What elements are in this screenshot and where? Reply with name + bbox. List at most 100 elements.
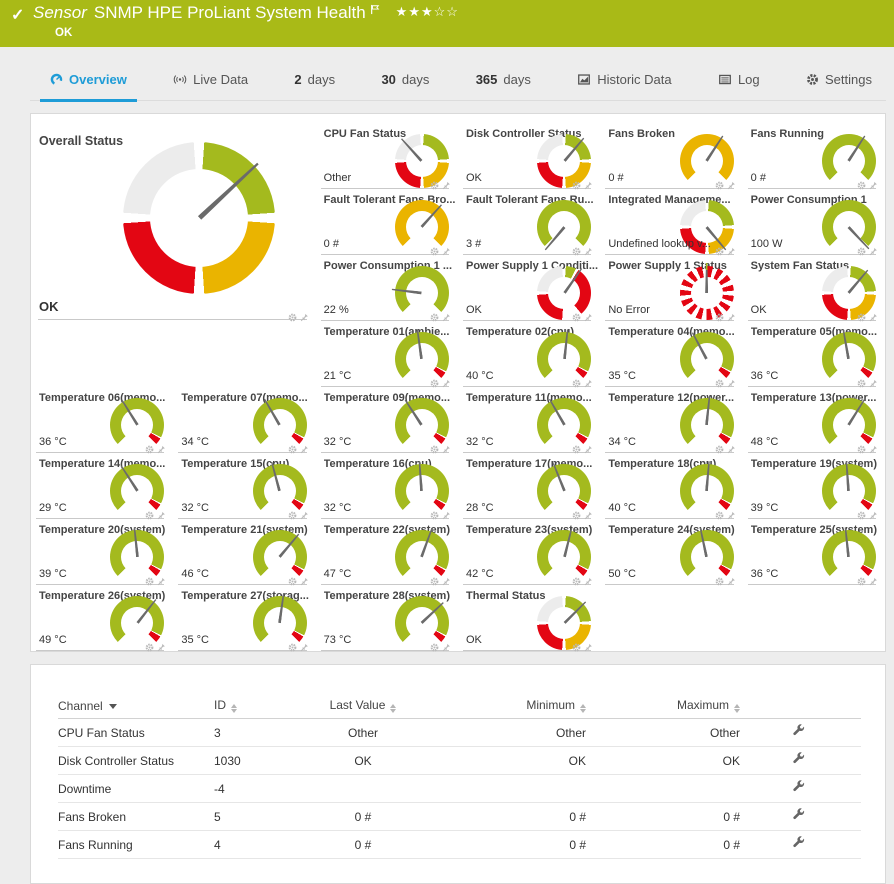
gear-small-icon[interactable] xyxy=(572,445,581,454)
gauge-cell[interactable]: Fault Tolerant Fans Bro...0 # xyxy=(316,191,458,257)
gear-small-icon[interactable] xyxy=(715,379,724,388)
gauge-cell[interactable]: Temperature 05(memo...36 °C xyxy=(743,323,885,389)
gauge-cell[interactable]: Temperature 12(power...34 °C xyxy=(600,389,742,455)
pin-icon[interactable] xyxy=(727,379,736,388)
pin-icon[interactable] xyxy=(442,511,451,520)
pin-icon[interactable] xyxy=(157,511,166,520)
gear-small-icon[interactable] xyxy=(288,577,297,586)
tab-2-days[interactable]: 2days xyxy=(284,60,345,102)
gear-small-icon[interactable] xyxy=(857,379,866,388)
pin-icon[interactable] xyxy=(727,247,736,256)
gear-small-icon[interactable] xyxy=(572,313,581,322)
gear-small-icon[interactable] xyxy=(288,445,297,454)
gauge-cell[interactable]: Temperature 21(system)46 °C xyxy=(173,521,315,587)
pin-icon[interactable] xyxy=(584,445,593,454)
pin-icon[interactable] xyxy=(300,643,309,652)
gauge-cell[interactable]: Temperature 11(memo...32 °C xyxy=(458,389,600,455)
gauge-cell[interactable]: Integrated Manageme...Undefined lookup v… xyxy=(600,191,742,257)
pin-icon[interactable] xyxy=(584,181,593,190)
gear-small-icon[interactable] xyxy=(715,511,724,520)
flag-icon[interactable] xyxy=(370,4,380,15)
gauge-cell[interactable]: Temperature 14(memo...29 °C xyxy=(31,455,173,521)
gear-small-icon[interactable] xyxy=(715,313,724,322)
pin-icon[interactable] xyxy=(442,181,451,190)
gear-small-icon[interactable] xyxy=(288,643,297,652)
column-header-id[interactable]: ID xyxy=(214,698,303,713)
pin-icon[interactable] xyxy=(157,577,166,586)
gauge-cell[interactable]: Temperature 26(system)49 °C xyxy=(31,587,173,653)
gauge-cell[interactable]: Temperature 01(ambie...21 °C xyxy=(316,323,458,389)
edit-channel-wrench-icon[interactable] xyxy=(792,780,806,794)
edit-channel-wrench-icon[interactable] xyxy=(792,752,806,766)
pin-icon[interactable] xyxy=(727,577,736,586)
pin-icon[interactable] xyxy=(157,445,166,454)
gauge-cell[interactable]: Thermal StatusOK xyxy=(458,587,600,653)
tab-settings[interactable]: Settings xyxy=(796,60,882,102)
gear-small-icon[interactable] xyxy=(572,247,581,256)
gear-small-icon[interactable] xyxy=(857,181,866,190)
gauge-cell[interactable]: Temperature 13(power...48 °C xyxy=(743,389,885,455)
column-header-channel[interactable]: Channel xyxy=(58,699,214,713)
gear-small-icon[interactable] xyxy=(715,445,724,454)
edit-channel-wrench-icon[interactable] xyxy=(792,836,806,850)
pin-icon[interactable] xyxy=(584,577,593,586)
pin-icon[interactable] xyxy=(869,511,878,520)
gauge-cell[interactable]: Temperature 15(cpu)32 °C xyxy=(173,455,315,521)
pin-icon[interactable] xyxy=(157,643,166,652)
edit-channel-wrench-icon[interactable] xyxy=(792,724,806,738)
pin-icon[interactable] xyxy=(869,313,878,322)
gauge-cell[interactable]: Temperature 25(system)36 °C xyxy=(743,521,885,587)
pin-icon[interactable] xyxy=(584,643,593,652)
gear-small-icon[interactable] xyxy=(572,643,581,652)
gauge-cell[interactable]: Temperature 09(memo...32 °C xyxy=(316,389,458,455)
tab-historic-data[interactable]: Historic Data xyxy=(567,60,681,102)
gear-small-icon[interactable] xyxy=(145,643,154,652)
gear-small-icon[interactable] xyxy=(715,577,724,586)
gear-small-icon[interactable] xyxy=(145,511,154,520)
pin-icon[interactable] xyxy=(300,445,309,454)
gear-small-icon[interactable] xyxy=(857,445,866,454)
pin-icon[interactable] xyxy=(584,313,593,322)
rating-stars[interactable]: ★★★☆☆ xyxy=(396,4,459,20)
gear-small-icon[interactable] xyxy=(430,379,439,388)
overall-status-cell[interactable]: Overall StatusOK xyxy=(31,125,316,323)
pin-icon[interactable] xyxy=(869,181,878,190)
gauge-cell[interactable]: Temperature 16(cpu)32 °C xyxy=(316,455,458,521)
pin-icon[interactable] xyxy=(727,445,736,454)
pin-icon[interactable] xyxy=(584,511,593,520)
pin-icon[interactable] xyxy=(442,313,451,322)
pin-icon[interactable] xyxy=(869,379,878,388)
gear-small-icon[interactable] xyxy=(572,511,581,520)
gauge-cell[interactable]: Power Consumption 1100 W xyxy=(743,191,885,257)
gauge-cell[interactable]: Temperature 28(system)73 °C xyxy=(316,587,458,653)
pin-icon[interactable] xyxy=(300,577,309,586)
edit-channel-wrench-icon[interactable] xyxy=(792,808,806,822)
gear-small-icon[interactable] xyxy=(145,577,154,586)
gauge-cell[interactable]: Power Supply 1 StatusNo Error xyxy=(600,257,742,323)
pin-icon[interactable] xyxy=(442,643,451,652)
pin-icon[interactable] xyxy=(300,511,309,520)
pin-icon[interactable] xyxy=(869,577,878,586)
gauge-cell[interactable]: Temperature 07(memo...34 °C xyxy=(173,389,315,455)
pin-icon[interactable] xyxy=(442,445,451,454)
pin-icon[interactable] xyxy=(442,247,451,256)
gauge-cell[interactable]: Disk Controller StatusOK xyxy=(458,125,600,191)
gauge-cell[interactable]: Temperature 17(memo...28 °C xyxy=(458,455,600,521)
gauge-cell[interactable]: Fans Running0 # xyxy=(743,125,885,191)
pin-icon[interactable] xyxy=(584,379,593,388)
gauge-cell[interactable]: Temperature 24(system)50 °C xyxy=(600,521,742,587)
gear-small-icon[interactable] xyxy=(430,181,439,190)
gear-small-icon[interactable] xyxy=(857,313,866,322)
gear-small-icon[interactable] xyxy=(430,313,439,322)
gear-small-icon[interactable] xyxy=(430,511,439,520)
column-header-last-value[interactable]: Last Value xyxy=(303,698,423,713)
gear-small-icon[interactable] xyxy=(572,577,581,586)
gear-small-icon[interactable] xyxy=(572,181,581,190)
gauge-cell[interactable]: Fans Broken0 # xyxy=(600,125,742,191)
pin-icon[interactable] xyxy=(442,379,451,388)
gauge-cell[interactable]: Temperature 04(memo...35 °C xyxy=(600,323,742,389)
tab-overview[interactable]: Overview xyxy=(40,60,137,102)
gear-small-icon[interactable] xyxy=(145,445,154,454)
gear-small-icon[interactable] xyxy=(857,511,866,520)
gear-small-icon[interactable] xyxy=(857,577,866,586)
